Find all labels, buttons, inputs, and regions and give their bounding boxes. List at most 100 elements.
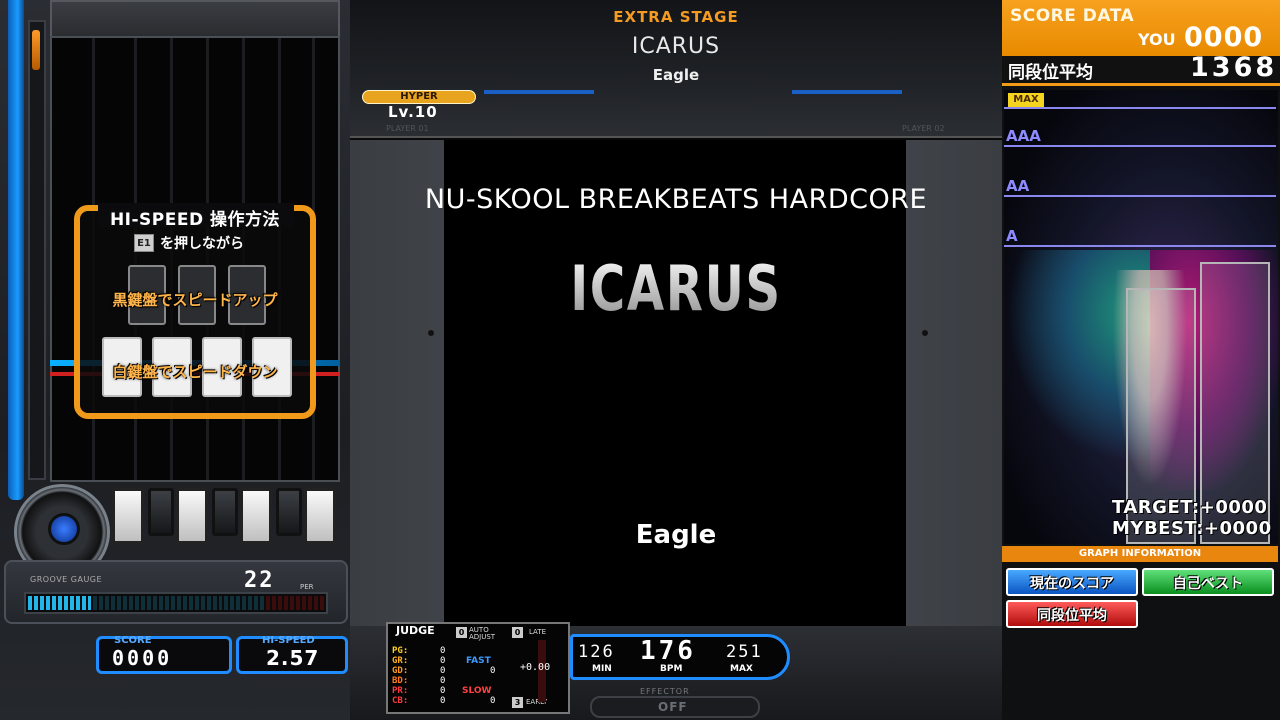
- grade-max-line: [1004, 107, 1276, 109]
- player-1-label: PLAYER 01: [386, 124, 429, 133]
- groove-gauge-bar: [24, 592, 328, 614]
- groove-gauge-segment: [105, 596, 110, 610]
- groove-gauge-segment: [248, 596, 253, 610]
- song-artist-small: Eagle: [652, 66, 700, 84]
- player-2-label: PLAYER 02: [902, 124, 945, 133]
- current-score-button[interactable]: 現在のスコア: [1006, 568, 1138, 596]
- judge-gr-value: 0: [440, 656, 446, 666]
- groove-gauge-segment: [260, 596, 265, 610]
- groove-gauge-segment: [129, 596, 134, 610]
- groove-gauge-segment: [194, 596, 199, 610]
- groove-gauge-segment: [69, 596, 74, 610]
- header-accent: [484, 90, 594, 94]
- groove-gauge-segment: [295, 596, 300, 610]
- bpm-min-label: MIN: [592, 664, 612, 674]
- frame-rivet-icon: [922, 330, 928, 336]
- groove-gauge-segment: [147, 596, 152, 610]
- personal-best-button[interactable]: 自己ベスト: [1142, 568, 1274, 596]
- groove-gauge-segment: [93, 596, 98, 610]
- groove-gauge-segment: [75, 596, 80, 610]
- you-label: YOU: [1138, 30, 1176, 49]
- effector-value: OFF: [658, 700, 688, 714]
- fast-label: FAST: [466, 656, 491, 666]
- song-genre: NU-SKOOL BREAKBEATS HARDCORE: [424, 184, 928, 215]
- bpm-max-label: MAX: [730, 664, 753, 674]
- judge-pr-label: PR:: [392, 686, 409, 696]
- rank-average-button[interactable]: 同段位平均: [1006, 600, 1138, 628]
- speed-up-text: 黒鍵盤でスピードアップ: [112, 291, 278, 309]
- groove-gauge-segment: [236, 596, 241, 610]
- judge-pg-label: PG:: [392, 646, 409, 656]
- you-score: 0000: [1184, 22, 1264, 53]
- groove-gauge-segment: [278, 596, 282, 610]
- judge-pr-value: 0: [440, 686, 446, 696]
- key-2-indicator: [148, 488, 174, 536]
- early-key: 3: [512, 697, 523, 708]
- rail-indicator-light: [32, 30, 40, 70]
- judge-gr-label: GR:: [392, 656, 409, 666]
- hispeed-help-instruction: E1 を押しながら: [134, 233, 244, 253]
- late-key: 0: [512, 627, 523, 638]
- song-artist-large: Eagle: [635, 520, 717, 550]
- groove-gauge-segment: [81, 596, 86, 610]
- groove-gauge-segment: [141, 596, 146, 610]
- auto-adjust-label: AUTO ADJUST: [469, 626, 496, 641]
- hispeed-help-hold-text: を押しながら: [160, 236, 244, 252]
- bpm-max-value: 251: [726, 642, 763, 662]
- song-title-small: ICARUS: [631, 34, 721, 59]
- rank-average-score: 1368: [1190, 52, 1278, 83]
- rank-average-label: 同段位平均: [1008, 63, 1093, 83]
- groove-gauge-segment: [170, 596, 175, 610]
- hispeed-label: HI-SPEED: [262, 635, 315, 646]
- groove-gauge-segment: [301, 596, 306, 610]
- groove-gauge-segment: [176, 596, 181, 610]
- score-label: SCORE: [114, 635, 152, 646]
- key-6-indicator: [276, 488, 302, 536]
- speed-down-text: 白鍵盤でスピードダウン: [112, 363, 278, 381]
- groove-gauge-segment: [51, 596, 56, 610]
- groove-gauge-segment: [87, 596, 92, 610]
- groove-gauge-segment: [212, 596, 217, 610]
- auto-adjust-key: 0: [456, 627, 467, 638]
- groove-gauge-segment: [188, 596, 193, 610]
- groove-gauge-segment: [117, 596, 122, 610]
- bpm-min-value: 126: [578, 642, 615, 662]
- groove-gauge-segment: [266, 596, 271, 610]
- groove-gauge-unit: PER: [300, 583, 314, 591]
- effector-label: EFFECTOR: [640, 687, 690, 696]
- groove-gauge-segment: [218, 596, 223, 610]
- bpm-current-value: 176: [640, 636, 696, 666]
- bpm-label: BPM: [660, 664, 683, 674]
- side-rail: [8, 0, 24, 500]
- groove-gauge-segment: [28, 596, 32, 610]
- grade-aa-label: AA: [1006, 177, 1030, 195]
- difficulty-level: Lv.10: [388, 103, 438, 121]
- key-4-indicator: [212, 488, 238, 536]
- grade-aa-line: [1004, 195, 1276, 197]
- grade-aaa-label: AAA: [1006, 127, 1041, 145]
- key-7-indicator: [304, 488, 336, 544]
- groove-gauge-segment: [135, 596, 140, 610]
- hispeed-help-title: HI-SPEED 操作方法: [109, 210, 281, 230]
- groove-gauge-segment: [319, 596, 324, 610]
- grade-max-tag: MAX: [1008, 93, 1044, 107]
- slow-label: SLOW: [462, 686, 492, 696]
- graph-information-header: GRAPH INFORMATION: [1002, 546, 1278, 562]
- difficulty-badge: HYPER: [362, 90, 476, 104]
- groove-gauge-segment: [307, 596, 312, 610]
- groove-gauge-segment: [289, 596, 294, 610]
- groove-gauge-segment: [39, 596, 44, 610]
- judge-title: JUDGE: [396, 624, 435, 637]
- stage-label: EXTRA STAGE: [613, 8, 739, 26]
- groove-gauge-segment: [242, 596, 247, 610]
- e1-key-icon: E1: [134, 234, 154, 252]
- hispeed-help-box: HI-SPEED 操作方法 E1 を押しながら 黒鍵盤でスピードアップ 白鍵盤で…: [74, 203, 316, 419]
- judge-cb-value: 0: [440, 696, 446, 706]
- groove-gauge-segment: [45, 596, 50, 610]
- grade-aaa-line: [1004, 145, 1276, 147]
- groove-gauge-segment: [164, 596, 169, 610]
- groove-gauge-segment: [33, 596, 38, 610]
- judge-pg-value: 0: [440, 646, 446, 656]
- frame-rivet-icon: [428, 330, 434, 336]
- slow-value: 0: [490, 696, 496, 706]
